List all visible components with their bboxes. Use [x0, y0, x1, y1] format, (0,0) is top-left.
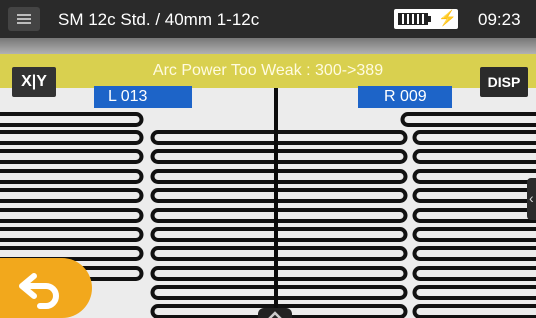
fiber-camera-view: Arc Power Too Weak : 300->389 X|Y DISP L…: [0, 38, 536, 318]
charging-bolt-icon: ⚡: [438, 10, 457, 27]
fiber-row: [0, 149, 536, 164]
left-fiber-label: L 013: [94, 86, 192, 108]
arc-power-message: Arc Power Too Weak : 300->389: [152, 62, 384, 79]
right-fiber-label: R 009: [358, 86, 452, 108]
disp-button[interactable]: DISP: [480, 67, 528, 97]
status-bar: SM 12c Std. / 40mm 1-12c ⚡ 09:23: [0, 0, 536, 38]
xy-view-button[interactable]: X|Y: [12, 67, 56, 97]
fiber-row: [0, 208, 536, 223]
back-arrow-icon: [19, 273, 59, 309]
menu-icon[interactable]: [8, 7, 40, 31]
fiber-row: [0, 112, 536, 127]
clock: 09:23: [478, 10, 521, 29]
center-divider-line: [274, 88, 278, 318]
battery-icon: ⚡: [394, 9, 458, 29]
program-title: SM 12c Std. / 40mm 1-12c: [58, 10, 260, 29]
side-panel-tab[interactable]: ‹: [527, 178, 536, 220]
fiber-row: [0, 227, 536, 242]
fiber-row: [0, 188, 536, 203]
fiber-row: [150, 304, 536, 318]
bottom-panel-handle[interactable]: [258, 308, 292, 318]
message-bar: Arc Power Too Weak : 300->389: [0, 54, 536, 88]
fiber-row: [0, 169, 536, 184]
fiber-row: [150, 285, 536, 300]
chevron-left-icon: ‹: [529, 190, 534, 206]
fusion-splicer-screen: SM 12c Std. / 40mm 1-12c ⚡ 09:23 Arc Pow…: [0, 0, 536, 318]
back-button[interactable]: [0, 258, 92, 318]
chevron-up-icon: [268, 311, 282, 318]
fiber-row: [0, 130, 536, 145]
